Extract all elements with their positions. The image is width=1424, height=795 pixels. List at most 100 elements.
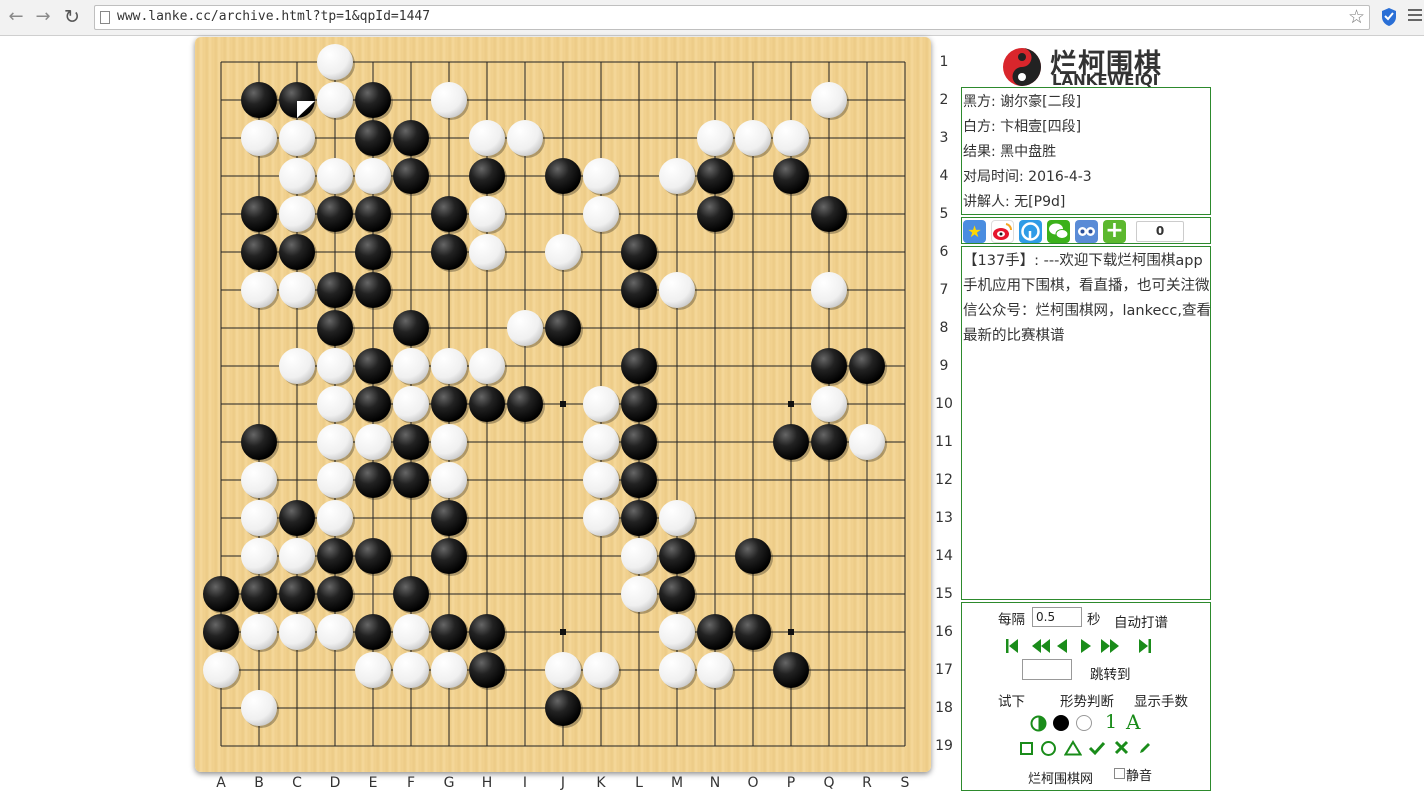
white-stone[interactable] <box>355 158 393 196</box>
white-stone[interactable] <box>241 120 279 158</box>
black-stone[interactable] <box>697 614 735 652</box>
tencent-weibo-icon[interactable] <box>1019 220 1042 243</box>
address-bar[interactable]: www.lanke.cc/archive.html?tp=1&qpId=1447… <box>94 5 1370 30</box>
white-stone[interactable] <box>317 614 355 652</box>
white-stone[interactable] <box>393 652 431 690</box>
white-stone[interactable] <box>507 310 545 348</box>
fast-forward-icon[interactable] <box>1100 637 1120 655</box>
white-stone[interactable] <box>811 82 849 120</box>
white-stone[interactable] <box>431 82 469 120</box>
white-stone[interactable] <box>317 82 355 120</box>
black-stone-tool-icon[interactable] <box>1052 714 1070 732</box>
white-stone[interactable] <box>279 158 317 196</box>
white-stone[interactable] <box>811 386 849 424</box>
square-mark-icon[interactable] <box>1019 741 1034 756</box>
black-stone[interactable] <box>355 120 393 158</box>
site-logo[interactable]: 烂柯围棋 LANKEWEIQI <box>1000 40 1175 89</box>
black-stone[interactable] <box>431 196 469 234</box>
white-stone[interactable] <box>241 462 279 500</box>
black-stone[interactable] <box>393 462 431 500</box>
white-stone[interactable] <box>317 462 355 500</box>
white-stone[interactable] <box>735 120 773 158</box>
white-stone[interactable] <box>241 690 279 728</box>
jump-move-input[interactable] <box>1022 659 1072 680</box>
renren-icon[interactable] <box>1075 220 1098 243</box>
white-stone[interactable] <box>279 120 317 158</box>
black-stone[interactable] <box>203 576 241 614</box>
black-stone[interactable] <box>621 272 659 310</box>
fast-back-icon[interactable] <box>1031 637 1051 655</box>
white-stone[interactable] <box>545 652 583 690</box>
jump-to-button[interactable]: 跳转到 <box>1090 663 1131 683</box>
black-stone[interactable] <box>355 234 393 272</box>
white-stone[interactable] <box>545 234 583 272</box>
white-stone[interactable] <box>659 500 697 538</box>
white-stone[interactable] <box>279 196 317 234</box>
white-stone[interactable] <box>583 196 621 234</box>
white-stone[interactable] <box>583 652 621 690</box>
white-stone[interactable] <box>469 348 507 386</box>
black-stone[interactable] <box>659 538 697 576</box>
black-stone[interactable] <box>279 576 317 614</box>
black-stone[interactable] <box>431 386 469 424</box>
black-stone[interactable] <box>317 196 355 234</box>
black-stone[interactable] <box>621 234 659 272</box>
black-stone[interactable] <box>811 424 849 462</box>
white-stone[interactable] <box>317 348 355 386</box>
black-stone[interactable] <box>355 386 393 424</box>
black-stone[interactable] <box>507 386 545 424</box>
black-stone[interactable] <box>355 614 393 652</box>
black-stone[interactable] <box>469 652 507 690</box>
black-stone[interactable] <box>355 272 393 310</box>
white-stone[interactable] <box>659 614 697 652</box>
white-stone[interactable] <box>279 348 317 386</box>
black-stone[interactable] <box>469 614 507 652</box>
more-share-plus-icon[interactable]: + <box>1103 220 1126 243</box>
white-stone[interactable] <box>659 272 697 310</box>
black-stone[interactable] <box>241 196 279 234</box>
black-stone[interactable] <box>621 500 659 538</box>
circle-mark-icon[interactable] <box>1040 740 1057 757</box>
white-stone[interactable] <box>355 424 393 462</box>
black-stone[interactable] <box>355 196 393 234</box>
white-stone[interactable] <box>621 576 659 614</box>
white-stone[interactable] <box>241 614 279 652</box>
white-stone[interactable] <box>393 386 431 424</box>
white-stone[interactable] <box>431 652 469 690</box>
white-stone[interactable] <box>317 500 355 538</box>
white-stone[interactable] <box>279 614 317 652</box>
black-stone[interactable] <box>545 310 583 348</box>
black-stone[interactable] <box>469 158 507 196</box>
reload-icon[interactable]: ↻ <box>61 6 83 28</box>
cross-mark-icon[interactable] <box>1114 740 1129 755</box>
white-stone[interactable] <box>203 652 241 690</box>
black-stone[interactable] <box>697 196 735 234</box>
black-stone[interactable] <box>811 348 849 386</box>
white-stone[interactable] <box>469 196 507 234</box>
black-stone[interactable] <box>431 234 469 272</box>
black-stone[interactable] <box>241 424 279 462</box>
black-stone[interactable] <box>355 462 393 500</box>
next-move-icon[interactable] <box>1080 637 1092 655</box>
black-stone[interactable] <box>393 120 431 158</box>
black-stone[interactable] <box>697 158 735 196</box>
white-stone[interactable] <box>317 424 355 462</box>
interval-input[interactable]: 0.5 <box>1032 607 1082 627</box>
white-stone[interactable] <box>393 348 431 386</box>
white-stone[interactable] <box>659 652 697 690</box>
black-stone[interactable] <box>241 234 279 272</box>
alternate-color-icon[interactable] <box>1030 715 1047 732</box>
black-stone[interactable] <box>735 538 773 576</box>
black-stone[interactable] <box>849 348 887 386</box>
white-stone[interactable] <box>393 614 431 652</box>
white-stone[interactable] <box>811 272 849 310</box>
black-stone[interactable] <box>317 272 355 310</box>
pencil-icon[interactable] <box>1138 741 1152 755</box>
black-stone[interactable] <box>393 576 431 614</box>
black-stone[interactable] <box>621 462 659 500</box>
white-stone[interactable] <box>507 120 545 158</box>
white-stone[interactable] <box>241 538 279 576</box>
black-stone[interactable] <box>203 614 241 652</box>
black-stone[interactable] <box>317 576 355 614</box>
first-move-icon[interactable] <box>1005 637 1019 655</box>
